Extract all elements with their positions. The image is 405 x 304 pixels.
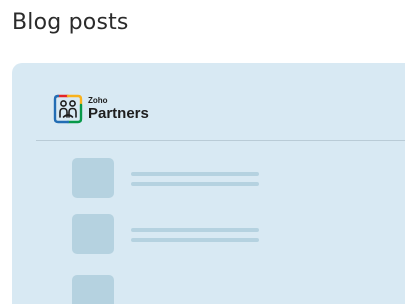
page-heading: Blog posts [12,10,129,35]
text-line-placeholder [131,182,259,186]
list-item [72,158,272,198]
blog-preview-card[interactable]: Zoho Partners [12,63,405,304]
thumbnail-placeholder [72,275,114,304]
text-line-placeholder [131,172,259,176]
thumbnail-placeholder [72,214,114,254]
zoho-partners-logo-icon [53,94,83,124]
thumbnail-placeholder [72,158,114,198]
brand-small-label: Zoho [88,96,108,105]
list-item [72,275,272,304]
list-item [72,214,272,254]
divider [36,140,405,141]
text-line-placeholder [131,238,259,242]
text-line-placeholder [131,228,259,232]
brand-name: Partners [88,105,149,122]
brand-logo: Zoho Partners [52,93,149,125]
